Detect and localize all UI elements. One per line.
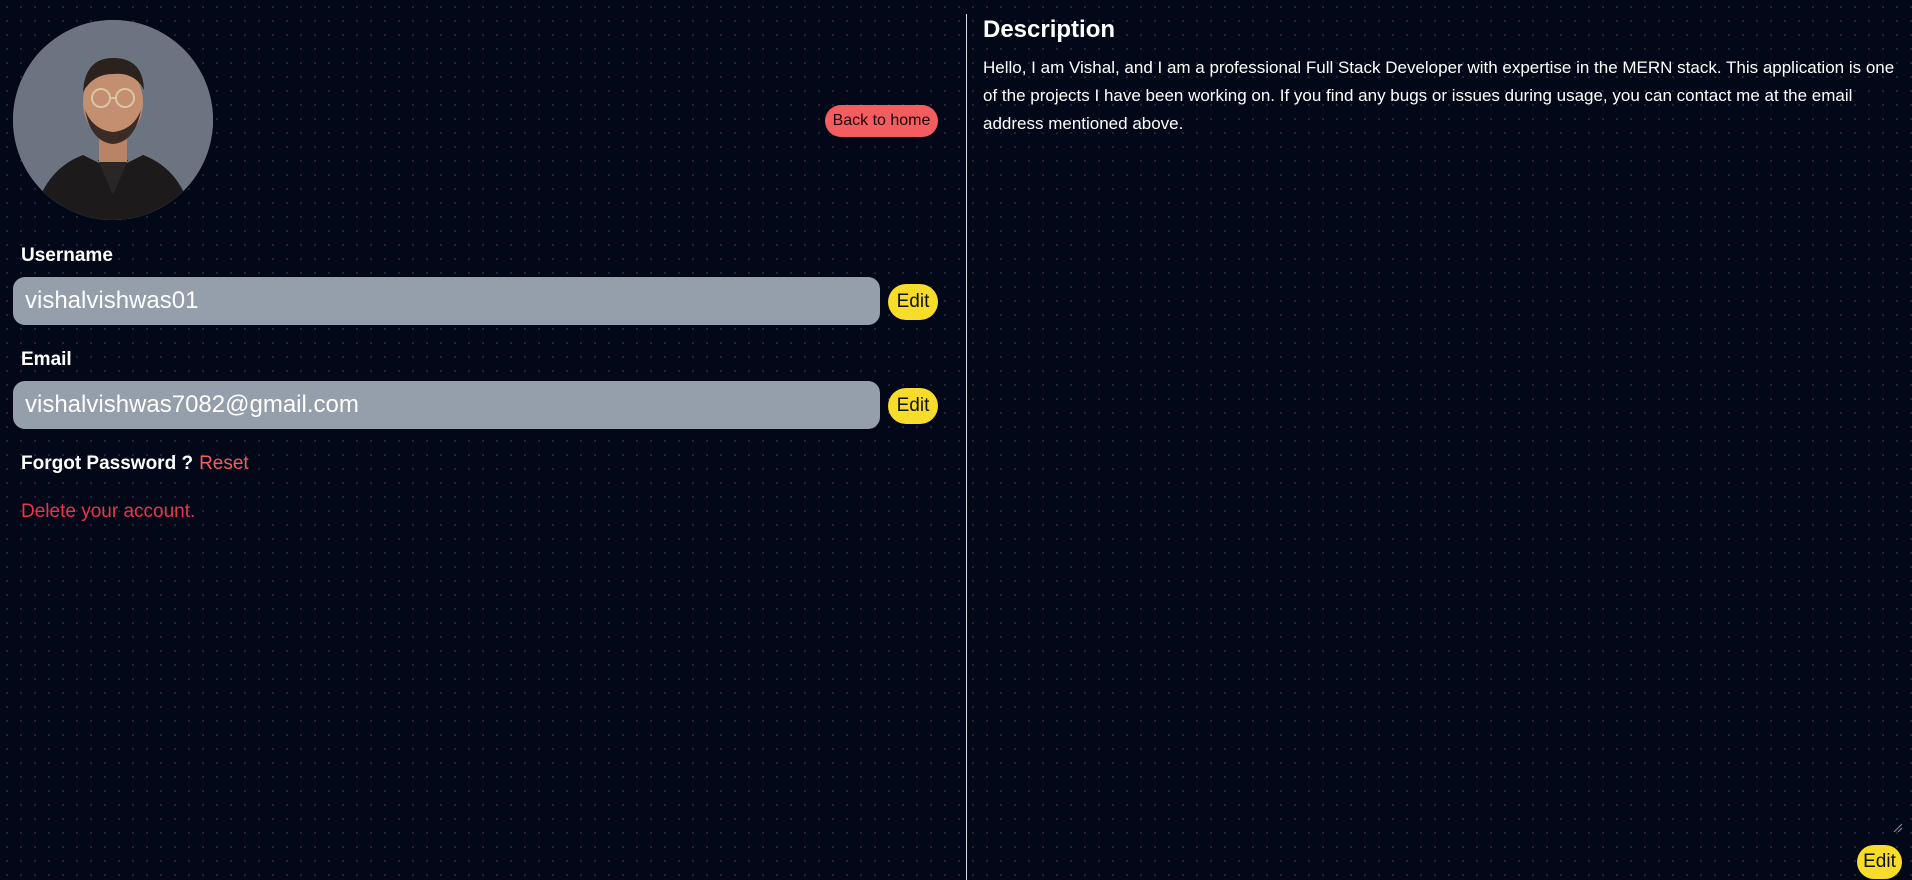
resize-handle-icon[interactable] (1892, 822, 1902, 832)
forgot-password-row: Forgot Password ? Reset (21, 453, 249, 475)
username-label: Username (21, 245, 113, 266)
back-to-home-button[interactable]: Back to home (825, 105, 938, 137)
email-input[interactable] (13, 381, 880, 429)
profile-panel: Back to home Username Edit Email Edit Fo… (0, 0, 966, 880)
reset-password-link[interactable]: Reset (199, 453, 249, 474)
avatar (13, 20, 213, 220)
username-edit-button[interactable]: Edit (888, 284, 938, 320)
description-textarea[interactable]: Hello, I am Vishal, and I am a professio… (983, 54, 1903, 830)
avatar-image (13, 20, 213, 220)
username-input[interactable] (13, 277, 880, 325)
description-title: Description (983, 16, 1116, 43)
email-edit-button[interactable]: Edit (888, 388, 938, 424)
description-edit-button[interactable]: Edit (1857, 845, 1902, 879)
forgot-password-label: Forgot Password ? (21, 453, 194, 474)
panel-divider (966, 14, 967, 880)
delete-account-link[interactable]: Delete your account. (21, 501, 195, 523)
email-label: Email (21, 349, 72, 370)
